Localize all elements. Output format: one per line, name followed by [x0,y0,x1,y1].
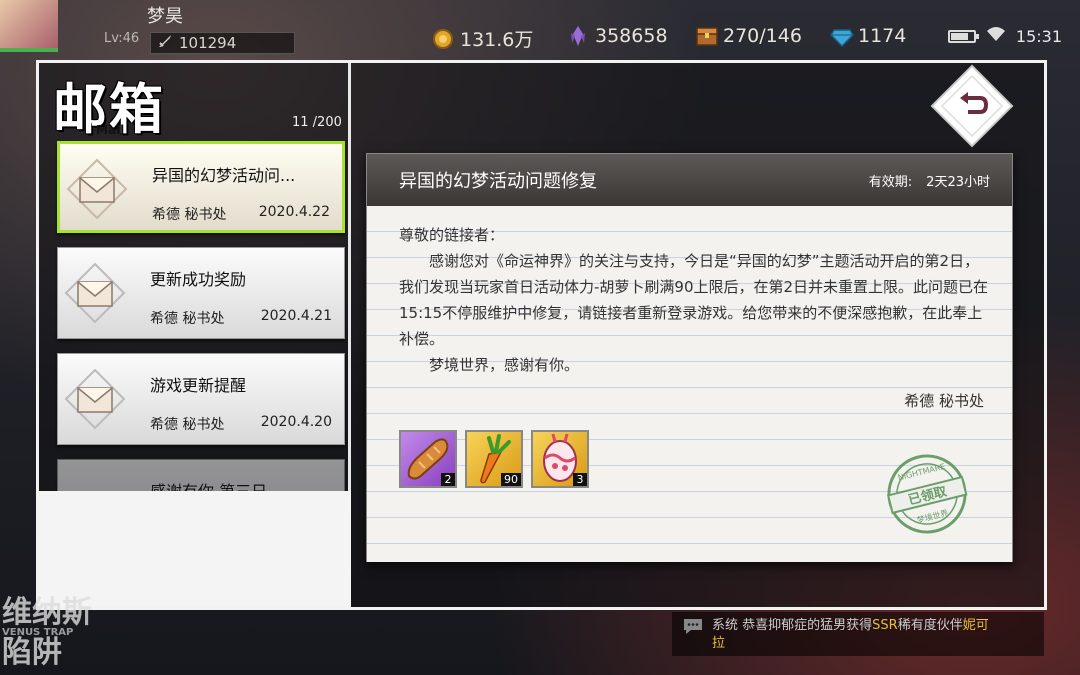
reward-quantity: 2 [441,473,455,486]
validity-label: 有效期: [868,174,913,190]
player-avatar[interactable] [0,0,58,52]
mail-item-date: 2020.4.20 [260,414,332,430]
reward-list: 2 90 3 [399,430,589,488]
chat-text: 恭喜抑郁症的猛男获得 [742,618,873,633]
claimed-stamp: NIGHTMARE 已领取 梦境世界 [886,454,968,534]
mail-item[interactable]: 更新成功奖励 希德 秘书处 2020.4.21 [57,247,345,339]
player-level: Lv:46 [104,31,140,46]
validity-value: 2天23小时 [926,174,990,190]
page-subtitle: Mail [96,123,125,137]
stamina-resource[interactable]: 270/146 [695,25,802,47]
mail-item-sender: 希德 秘书处 [152,207,227,223]
diamond-resource[interactable]: 1174 [830,25,907,48]
mail-item-date: 2020.4.21 [260,308,332,324]
purple-crystal-icon [567,25,589,47]
mail-detail-title: 异国的幻梦活动问题修复 [399,171,597,192]
clock: 15:31 [1015,26,1062,46]
top-bar: 梦昊 Lv:46 101294 131.6万 358658 270/146 11… [0,0,1080,58]
chat-character: 妮可 [962,618,989,633]
mail-item-date: 2020.4.22 [258,204,330,220]
chat-channel: 系统 [712,618,739,633]
reward-item[interactable]: 90 [465,430,523,488]
crystal-value: 358658 [595,25,668,47]
stamp-bottom-text: 梦境世界 [916,508,949,525]
mail-list-footer [39,491,351,607]
chat-character: 拉 [712,636,726,651]
mail-list[interactable]: 异国的幻梦活动问... 希德 秘书处 2020.4.22 更新成功奖励 希德 秘… [55,141,347,491]
diamond-value: 1174 [858,25,907,47]
chat-ticker[interactable]: 系统 恭喜抑郁症的猛男获得SSR稀有度伙伴妮可 拉 [672,612,1044,656]
sword-icon [157,33,173,53]
gold-coin-icon [432,28,454,50]
chat-rarity: SSR [872,618,898,633]
mail-greeting: 尊敬的链接者： [399,226,505,244]
reward-quantity: 3 [573,473,587,486]
chat-message: 系统 恭喜抑郁症的猛男获得SSR稀有度伙伴妮可 拉 [712,617,989,653]
background-decor-text: 维纳斯 VENUS TRAP 陷阱 [2,598,92,668]
mail-item[interactable]: 感谢有你 第三日 [57,459,345,491]
diamond-icon [830,25,854,48]
battery-icon [947,29,979,43]
chat-text: 稀有度伙伴 [897,618,963,633]
mail-item-title: 异国的幻梦活动问... [152,166,296,185]
mail-item-selected[interactable]: 异国的幻梦活动问... 希德 秘书处 2020.4.22 [57,141,345,233]
mail-item-title: 感谢有你 第三日 [150,478,267,491]
stamina-value: 270/146 [723,25,802,47]
player-name: 梦昊 [147,6,183,27]
mail-content: 感谢您对《命运神界》的关注与支持，今日是“异国的幻梦”主题活动开启的第2日，我们… [399,248,989,378]
mail-item-title: 更新成功奖励 [150,270,247,289]
mail-signature: 希德 秘书处 [904,392,984,410]
back-button[interactable] [930,64,1014,148]
gold-value: 131.6万 [460,29,534,51]
mail-item-title: 游戏更新提醒 [150,376,247,395]
mail-detail: 异国的幻梦活动问题修复 有效期: 2天23小时 尊敬的链接者： 感谢您对《命运神… [366,153,1013,562]
crystal-resource[interactable]: 358658 [567,25,668,47]
mail-item-sender: 希德 秘书处 [150,311,225,327]
reward-quantity: 90 [501,473,521,486]
envelope-icon [64,262,126,324]
gold-resource[interactable]: 131.6万 [432,25,533,52]
mail-detail-body: 尊敬的链接者： 感谢您对《命运神界》的关注与支持，今日是“异国的幻梦”主题活动开… [367,206,1012,562]
chat-bubble-icon [682,617,704,641]
envelope-icon [64,368,126,430]
wifi-icon [986,26,1006,46]
reward-item[interactable]: 3 [531,430,589,488]
mail-paragraph: 感谢您对《命运神界》的关注与支持，今日是“异国的幻梦”主题活动开启的第2日，我们… [399,252,989,348]
device-status: 15:31 [947,26,1062,46]
stamina-chest-icon [695,25,718,47]
mail-paragraph: 梦境世界，感谢有你。 [429,356,580,374]
mail-item-sender: 希德 秘书处 [150,417,225,433]
decor-line: 维纳斯 [2,595,92,630]
power-display: 101294 [150,32,295,54]
envelope-icon [66,158,128,220]
mail-list-column: 邮箱 Mail 11 /200 异国的幻梦活动问... 希德 秘书处 2020.… [39,63,351,607]
power-value: 101294 [179,34,237,52]
reward-item[interactable]: 2 [399,430,457,488]
mail-count: 11 /200 [292,115,342,130]
mail-detail-header: 异国的幻梦活动问题修复 有效期: 2天23小时 [367,154,1012,206]
mail-item[interactable]: 游戏更新提醒 希德 秘书处 2020.4.20 [57,353,345,445]
decor-line: 陷阱 [2,635,62,670]
